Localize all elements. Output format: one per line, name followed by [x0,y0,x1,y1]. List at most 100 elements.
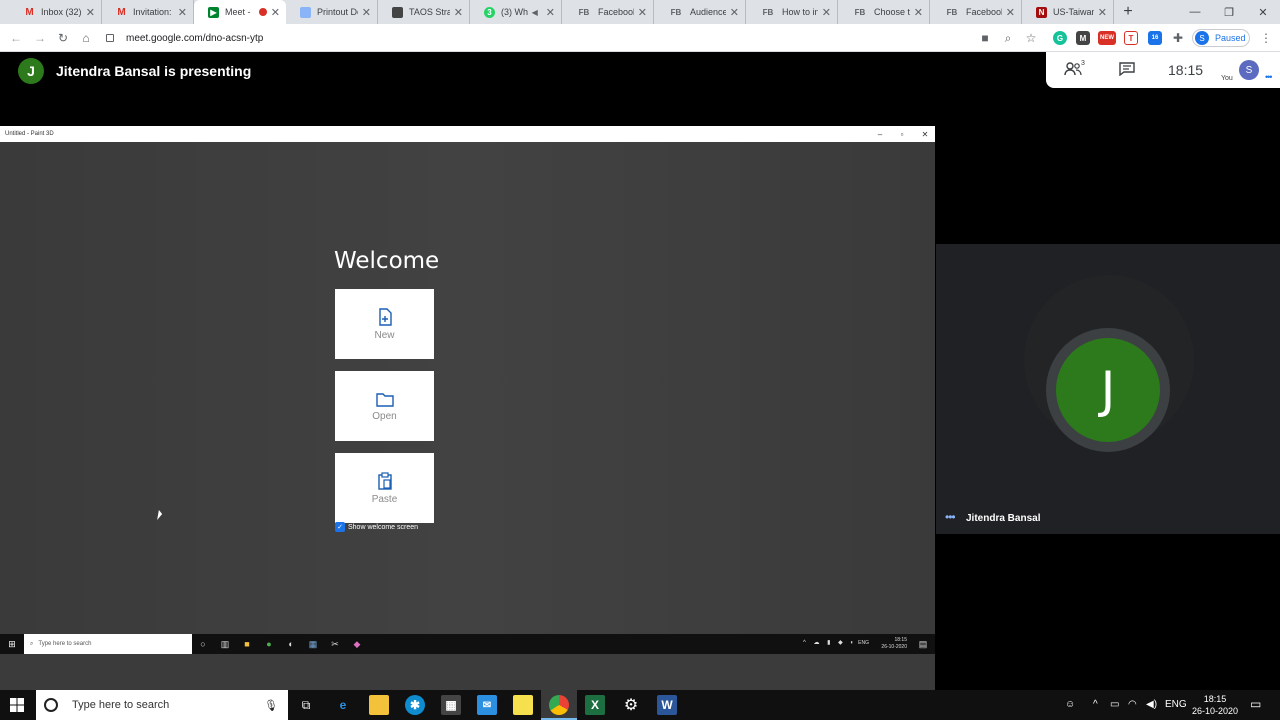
badge-16-icon[interactable]: 16 [1148,31,1162,45]
card-label: Paste [371,493,398,505]
tab-inbox[interactable]: M Inbox (32) ✕ [10,0,102,24]
welcome-title: Welcome [334,248,440,274]
tab-whatsapp[interactable]: 3 (3) Wh ◀ ✕ [470,0,562,24]
taskbar-clock[interactable]: 18:15 26-10-2020 [1190,693,1240,717]
close-icon[interactable]: ✕ [638,6,647,19]
new-tab-button[interactable]: + [1114,0,1142,24]
chrome-icon[interactable] [549,695,569,715]
sticky-notes-icon[interactable] [513,695,533,715]
settings-icon[interactable]: ⚙ [621,695,641,715]
close-icon[interactable]: ✕ [914,6,923,19]
mail-icon[interactable]: ✉ [477,695,497,715]
excel-icon[interactable]: X [585,695,605,715]
remote-tray-lang: ENG [858,640,869,646]
presenter-banner: J Jitendra Bansal is presenting [18,58,251,84]
close-icon[interactable]: ✕ [86,6,95,19]
folder-icon [375,392,394,407]
chat-icon[interactable] [1118,60,1136,78]
close-icon[interactable]: ✕ [822,6,831,19]
news-icon: N [1036,6,1047,18]
browser-toolbar: ← → ↻ ⌂ meet.google.com/dno-acsn-ytp ■ ⌕… [0,24,1280,52]
people-tray-icon[interactable]: ☺ [1065,699,1075,710]
puzzle-icon[interactable]: ✚ [1170,30,1186,46]
address-bar[interactable]: meet.google.com/dno-acsn-ytp [106,28,966,48]
restore-button[interactable]: ❐ [1212,0,1246,24]
browser-tabstrip: M Inbox (32) ✕ M Invitation: ✕ ▶ Meet - … [0,0,1280,24]
edge-icon[interactable]: e [333,695,353,715]
wifi-icon[interactable]: ◠ [1128,699,1137,710]
calc-icon: ▦ [308,638,318,649]
store-icon[interactable]: ▦ [441,695,461,715]
people-icon[interactable] [1064,60,1082,78]
notification-icon[interactable]: ▭ [1250,697,1261,711]
tab-label: How to inc [782,7,818,17]
more-options-icon[interactable]: ••• [1265,72,1273,82]
tab-meet[interactable]: ▶ Meet - ✕ [194,0,286,24]
taskbar-search[interactable]: Type here to search 🎙 [36,690,288,720]
tab-audience[interactable]: FB Audience I ✕ [654,0,746,24]
windows-start-button[interactable] [0,690,34,720]
remote-tray-clock: 18:15 26-10-2020 [881,637,907,651]
close-icon[interactable]: ✕ [1006,6,1015,19]
battery-icon[interactable]: ▭ [1110,699,1119,710]
close-icon[interactable]: ✕ [546,6,555,19]
menu-icon[interactable]: ⋮ [1258,30,1274,46]
camera-icon[interactable]: ■ [977,30,993,46]
tab-choose[interactable]: FB Choose the ✕ [838,0,930,24]
tab-facebook-2[interactable]: FB Facebook a ✕ [930,0,1022,24]
tab-us-taiwan[interactable]: N US-Taiwan ✕ [1022,0,1114,24]
back-icon[interactable]: ← [8,30,24,46]
reload-icon[interactable]: ↻ [55,30,71,46]
open-button: Open [335,371,434,441]
grammarly-icon[interactable]: G [1053,31,1067,45]
search-icon: ⌕ [30,640,34,647]
file-explorer-icon[interactable] [369,695,389,715]
close-icon[interactable]: ✕ [271,6,280,19]
close-icon[interactable]: ✕ [178,6,187,19]
close-icon[interactable]: ✕ [730,6,739,19]
new-badge-icon[interactable]: NEW [1098,31,1116,45]
gmail-icon: M [117,6,126,18]
avatar[interactable]: S [1239,60,1259,80]
close-icon[interactable]: ✕ [1098,6,1107,19]
tab-facebook-1[interactable]: FB Facebook a ✕ [562,0,654,24]
chrome-icon: ● [266,639,272,649]
gmail-icon: M [25,6,34,18]
close-icon[interactable]: ✕ [454,6,463,19]
tab-how-to[interactable]: FB How to inc ✕ [746,0,838,24]
tab-invitation[interactable]: M Invitation: ✕ [102,0,194,24]
explorer-icon: ■ [244,639,250,649]
tab-printout[interactable]: Printout De ✕ [286,0,378,24]
profile-status: Paused [1215,33,1246,43]
url-text: meet.google.com/dno-acsn-ytp [126,32,264,44]
star-icon[interactable]: ☆ [1023,30,1039,46]
tab-taos[interactable]: TAOS Strate ✕ [378,0,470,24]
forward-icon[interactable]: → [32,30,48,46]
language-indicator[interactable]: ENG [1165,699,1187,710]
close-icon[interactable]: ✕ [362,6,371,19]
minimize-button[interactable]: — [1178,0,1212,24]
paste-button: Paste [335,453,434,523]
volume-icon[interactable]: ◀) [1146,699,1157,710]
skype-icon[interactable]: ✱ [405,695,425,715]
word-icon[interactable]: W [657,695,677,715]
slides-icon [392,6,403,18]
text-ext-icon[interactable]: T [1124,31,1138,45]
microphone-icon[interactable]: 🎙 [264,699,278,712]
recording-icon [258,8,267,16]
fb-icon: FB [670,7,682,17]
more-options-icon[interactable]: ••• [945,510,956,524]
close-window-button[interactable]: ✕ [1246,0,1280,24]
windows-start-icon: ⊞ [8,638,16,649]
profile-button[interactable]: S Paused [1192,29,1250,47]
card-label: New [374,329,395,341]
chevron-up-icon[interactable]: ^ [1093,699,1098,710]
speaker-muted-icon[interactable]: ◀ [532,8,538,17]
zoom-icon[interactable]: ⌕ [1000,30,1016,46]
tab-label: Choose the [874,7,910,17]
tab-label: (3) Wh [501,7,528,17]
task-view-icon[interactable]: ⧉ [296,695,316,715]
home-icon[interactable]: ⌂ [78,30,94,46]
tab-label: US-Taiwan [1053,7,1094,17]
mail-ext-icon[interactable]: M [1076,31,1090,45]
